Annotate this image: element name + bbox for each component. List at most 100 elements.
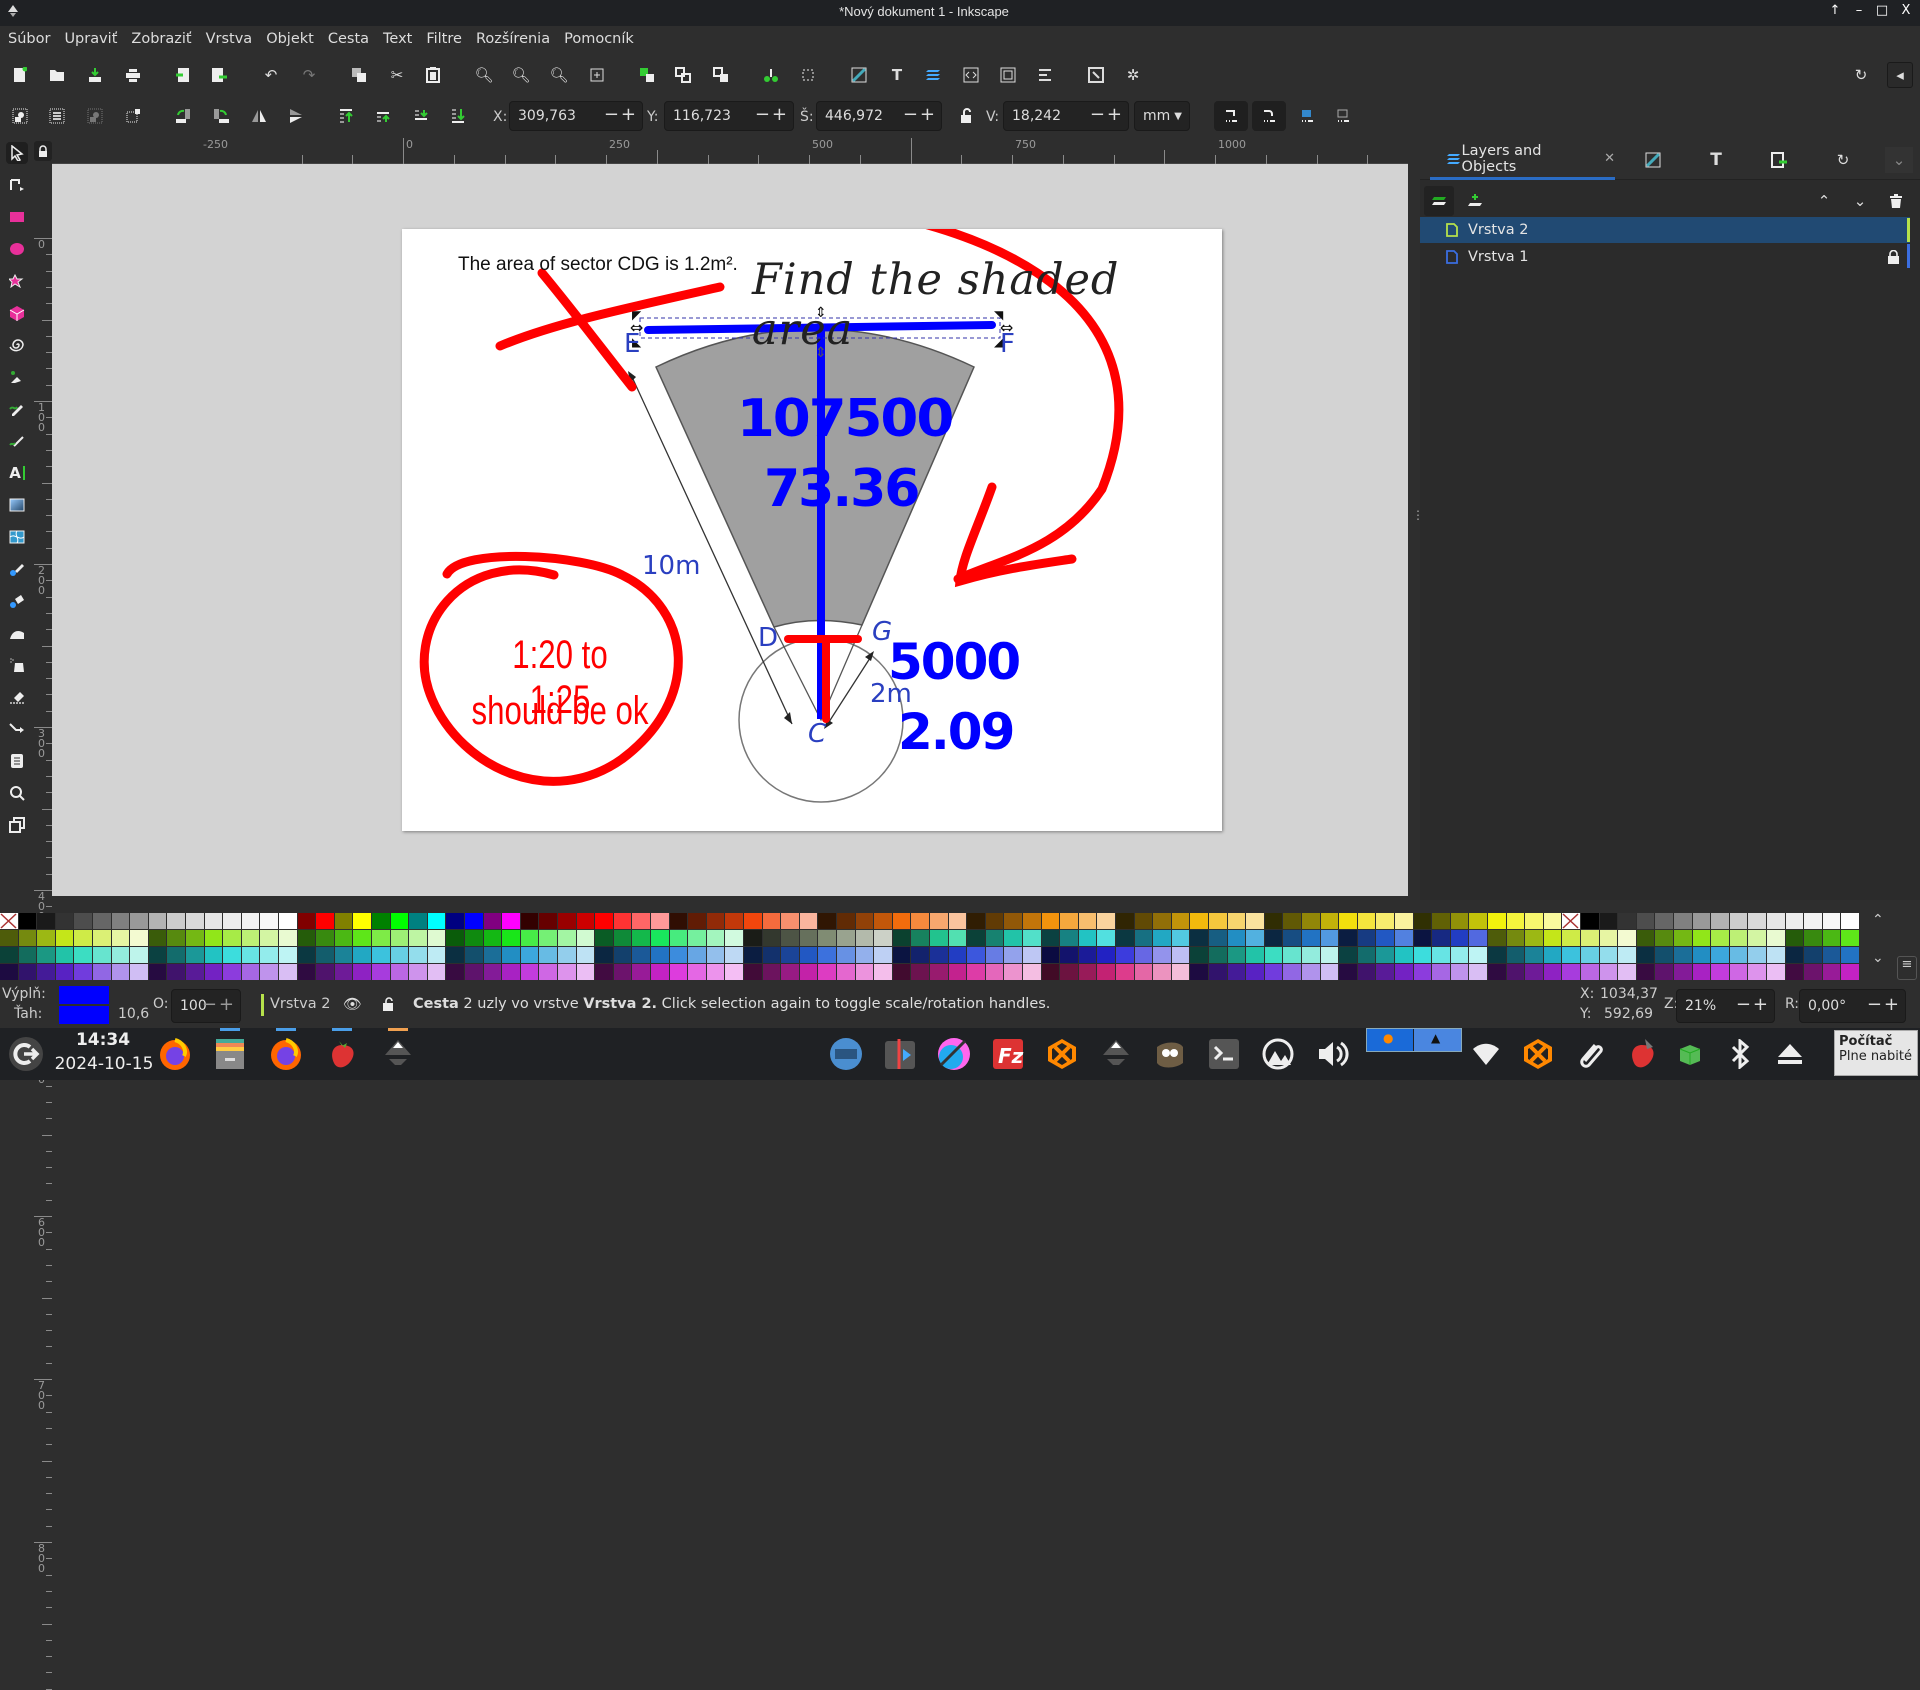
color-swatch[interactable] xyxy=(297,964,316,980)
rotation-input[interactable]: 0,00° −+ xyxy=(1799,989,1906,1023)
color-swatch[interactable] xyxy=(613,947,632,963)
color-swatch[interactable] xyxy=(148,964,167,980)
gimp-icon[interactable] xyxy=(1150,1034,1190,1074)
stroke-width[interactable]: 10,6 xyxy=(118,1006,149,1022)
color-swatch[interactable] xyxy=(427,913,446,929)
color-swatch[interactable] xyxy=(1097,947,1115,963)
color-swatch[interactable] xyxy=(1636,964,1655,980)
color-swatch[interactable] xyxy=(1432,930,1450,946)
xml-editor-icon[interactable] xyxy=(960,64,982,86)
transform-pattern-icon[interactable] xyxy=(1332,105,1354,127)
color-swatch[interactable] xyxy=(1209,964,1227,980)
color-swatch[interactable] xyxy=(1041,947,1060,963)
height-stepper[interactable]: −+ xyxy=(1090,104,1124,125)
color-swatch[interactable] xyxy=(279,913,297,929)
color-swatch[interactable] xyxy=(130,964,148,980)
color-swatch[interactable] xyxy=(186,964,204,980)
select-all-icon[interactable] xyxy=(9,105,31,127)
terminal-icon[interactable] xyxy=(1204,1034,1244,1074)
flip-vertical-icon[interactable] xyxy=(285,105,307,127)
color-swatch[interactable] xyxy=(1525,947,1543,963)
rotation-stepper[interactable]: −+ xyxy=(1867,994,1901,1015)
color-swatch[interactable] xyxy=(837,964,855,980)
color-swatch[interactable] xyxy=(1190,964,1208,980)
color-swatch[interactable] xyxy=(223,964,241,980)
color-swatch[interactable] xyxy=(911,947,929,963)
palette-menu-icon[interactable]: ≡ xyxy=(1897,956,1917,980)
color-swatch[interactable] xyxy=(37,947,55,963)
color-swatch[interactable] xyxy=(1711,930,1729,946)
color-swatch[interactable] xyxy=(279,964,297,980)
guide-lock-icon[interactable] xyxy=(34,141,52,161)
color-swatch[interactable] xyxy=(1264,947,1283,963)
color-swatch[interactable] xyxy=(111,913,130,929)
color-swatch[interactable] xyxy=(1581,947,1599,963)
color-swatch[interactable] xyxy=(1023,964,1041,980)
color-swatch[interactable] xyxy=(204,947,223,963)
color-swatch[interactable] xyxy=(1264,930,1283,946)
color-swatch[interactable] xyxy=(502,964,520,980)
file-manager-icon[interactable] xyxy=(210,1028,250,1074)
color-swatch[interactable] xyxy=(446,947,464,963)
color-swatch[interactable] xyxy=(651,930,669,946)
color-swatch[interactable] xyxy=(1116,930,1134,946)
color-swatch[interactable] xyxy=(0,964,18,980)
color-swatch[interactable] xyxy=(446,930,464,946)
color-swatch[interactable] xyxy=(1488,947,1506,963)
paste-icon[interactable] xyxy=(422,64,444,86)
color-swatch[interactable] xyxy=(967,947,985,963)
color-swatch[interactable] xyxy=(465,913,483,929)
ungroup-icon[interactable] xyxy=(672,64,694,86)
panel-splitter[interactable]: ⋮ xyxy=(1408,136,1424,896)
color-swatch[interactable] xyxy=(1785,947,1804,963)
undo-icon[interactable]: ↶ xyxy=(260,64,282,86)
menu-path[interactable]: Cesta xyxy=(328,31,369,47)
color-swatch[interactable] xyxy=(1748,913,1766,929)
color-swatch[interactable] xyxy=(409,947,427,963)
rotate-cw-icon[interactable] xyxy=(210,105,232,127)
menu-file[interactable]: Súbor xyxy=(8,31,50,47)
open-icon[interactable] xyxy=(46,64,68,86)
color-swatch[interactable] xyxy=(1432,913,1450,929)
color-swatch[interactable] xyxy=(892,930,911,946)
color-swatch[interactable] xyxy=(1023,930,1041,946)
color-swatch[interactable] xyxy=(167,964,185,980)
add-layer-icon[interactable] xyxy=(1464,190,1486,212)
color-swatch[interactable] xyxy=(818,947,836,963)
color-swatch[interactable] xyxy=(1097,964,1115,980)
color-swatch[interactable] xyxy=(18,964,37,980)
openshot-icon[interactable] xyxy=(826,1034,866,1074)
fill-swatch[interactable] xyxy=(59,986,109,1004)
color-swatch[interactable] xyxy=(613,913,632,929)
color-swatch[interactable] xyxy=(874,913,892,929)
spiral-tool-icon[interactable] xyxy=(6,334,28,356)
color-swatch[interactable] xyxy=(1618,947,1636,963)
color-swatch[interactable] xyxy=(0,930,18,946)
color-swatch[interactable] xyxy=(148,947,167,963)
color-swatch[interactable] xyxy=(130,930,148,946)
color-swatch[interactable] xyxy=(1581,964,1599,980)
color-swatch[interactable] xyxy=(502,930,520,946)
color-swatch[interactable] xyxy=(1841,964,1859,980)
color-swatch[interactable] xyxy=(1190,913,1208,929)
clone-icon[interactable] xyxy=(710,64,732,86)
color-swatch[interactable] xyxy=(1618,930,1636,946)
color-swatch[interactable] xyxy=(334,947,353,963)
color-swatch[interactable] xyxy=(1432,964,1450,980)
color-swatch[interactable] xyxy=(1153,913,1171,929)
color-swatch[interactable] xyxy=(1729,930,1748,946)
no-paint-swatch[interactable] xyxy=(1562,913,1580,929)
zoom-page-icon[interactable]: 🔍︎ xyxy=(548,64,570,86)
color-swatch[interactable] xyxy=(372,964,390,980)
color-swatch[interactable] xyxy=(799,930,818,946)
color-swatch[interactable] xyxy=(1543,947,1562,963)
color-swatch[interactable] xyxy=(1599,947,1618,963)
toggle-layers-only-icon[interactable] xyxy=(1424,186,1454,216)
color-swatch[interactable] xyxy=(260,964,278,980)
color-swatch[interactable] xyxy=(1469,913,1487,929)
save-icon[interactable] xyxy=(84,64,106,86)
align-distribute-icon[interactable] xyxy=(1034,64,1056,86)
color-swatch[interactable] xyxy=(37,930,55,946)
color-swatch[interactable] xyxy=(74,964,92,980)
color-swatch[interactable] xyxy=(74,930,92,946)
